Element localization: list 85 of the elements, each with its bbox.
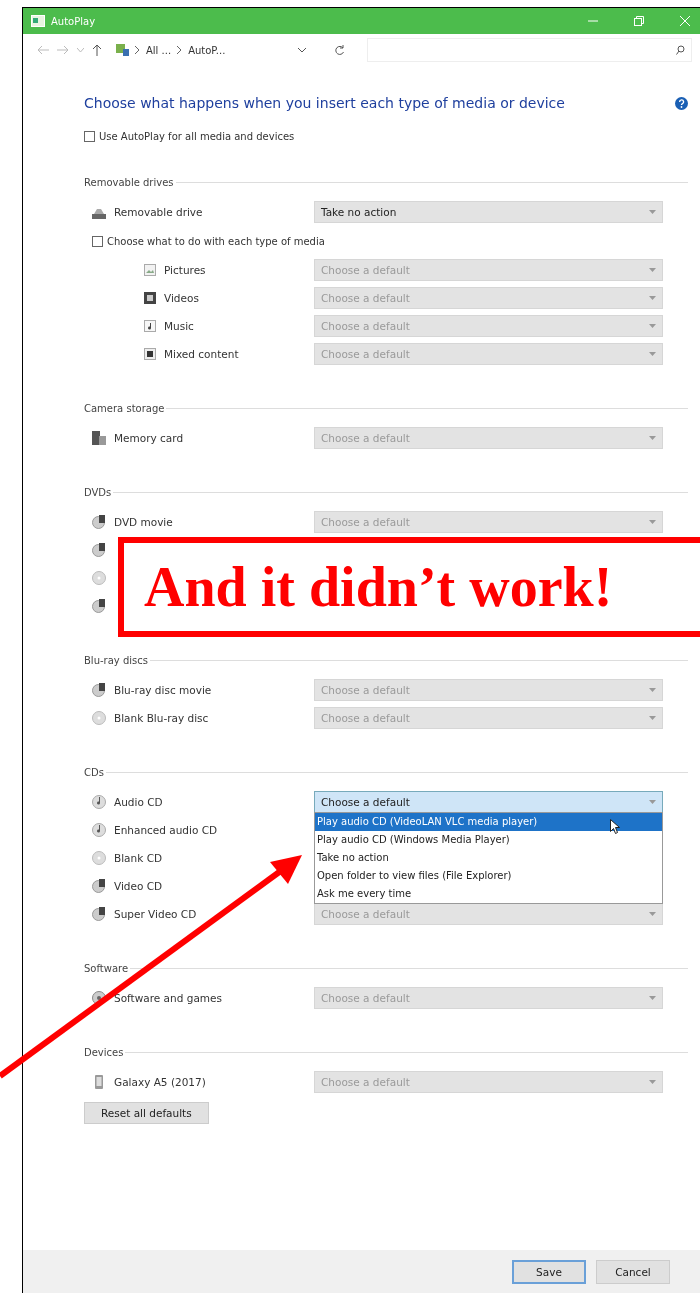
device-icon <box>92 1075 106 1089</box>
device-icon <box>92 599 106 613</box>
section-title: Camera storage <box>84 403 165 414</box>
device-label: Blank CD <box>114 852 163 864</box>
device-icon <box>92 515 106 529</box>
section-title: DVDs <box>84 487 112 498</box>
device-icon <box>92 431 106 445</box>
media-type-label: Videos <box>164 292 199 304</box>
chevron-down-icon <box>649 996 656 1000</box>
use-autoplay-checkbox[interactable]: Use AutoPlay for all media and devices <box>84 131 295 142</box>
app-icon <box>31 15 45 27</box>
device-label: Video CD <box>114 880 163 892</box>
chevron-down-icon <box>649 210 656 214</box>
media-type-label: Pictures <box>164 264 206 276</box>
dropdown-option[interactable]: Ask me every time <box>315 885 662 903</box>
media-type-icon <box>144 320 156 332</box>
forward-icon[interactable] <box>57 45 69 55</box>
section-title: Removable drives <box>84 177 174 188</box>
mouse-cursor-icon <box>610 819 620 834</box>
chevron-down-icon <box>649 716 656 720</box>
device-label: Blank Blu-ray disc <box>114 712 209 724</box>
device-label: DVD movie <box>114 516 173 528</box>
media-type-label: Music <box>164 320 194 332</box>
annotation-callout: And it didn’t work! <box>118 537 700 637</box>
device-label: Blu-ray disc movie <box>114 684 212 696</box>
save-button[interactable]: Save <box>512 1259 586 1284</box>
device-icon <box>92 795 106 809</box>
device-label: Galaxy A5 (2017) <box>114 1076 206 1088</box>
device-label: Removable drive <box>114 206 203 218</box>
address-field[interactable]: All ... AutoP... <box>110 39 312 61</box>
dropdown-option[interactable]: Play audio CD (VideoLAN VLC media player) <box>315 813 662 831</box>
dropdown-option[interactable]: Take no action <box>315 849 662 867</box>
media-type-icon <box>144 264 156 276</box>
media-type-icon <box>144 348 156 360</box>
chevron-down-icon[interactable] <box>298 47 306 53</box>
search-icon <box>676 45 685 55</box>
device-icon <box>92 879 106 893</box>
window-title: AutoPlay <box>51 15 96 27</box>
dropdown-option[interactable]: Play audio CD (Windows Media Player) <box>315 831 662 849</box>
up-arrow-icon[interactable] <box>92 44 102 56</box>
device-icon <box>92 683 106 697</box>
action-dropdown[interactable]: Take no action <box>314 201 663 223</box>
restore-icon[interactable] <box>634 16 644 26</box>
section-title: Blu-ray discs <box>84 655 148 666</box>
device-icon <box>92 571 106 585</box>
chevron-right-icon <box>135 46 140 54</box>
chevron-down-icon <box>649 268 656 272</box>
dropdown-option[interactable]: Open folder to view files (File Explorer) <box>315 867 662 885</box>
device-icon <box>92 543 106 557</box>
cancel-button[interactable]: Cancel <box>596 1259 670 1284</box>
device-icon <box>92 711 106 725</box>
section-title: Devices <box>84 1047 124 1058</box>
chevron-down-icon <box>649 324 656 328</box>
chevron-down-icon <box>649 520 656 524</box>
back-icon[interactable] <box>37 45 49 55</box>
help-icon[interactable] <box>675 96 688 110</box>
search-field[interactable] <box>367 38 692 62</box>
breadcrumb[interactable]: All ... <box>146 44 172 56</box>
chevron-down-icon <box>649 688 656 692</box>
section-title: Software <box>84 963 129 974</box>
device-label: Audio CD <box>114 796 163 808</box>
chevron-right-icon <box>177 46 183 54</box>
device-icon <box>92 823 106 837</box>
control-panel-icon <box>116 44 129 56</box>
chevron-down-icon <box>649 352 656 356</box>
device-label: Memory card <box>114 432 184 444</box>
section-title: CDs <box>84 767 104 778</box>
media-type-label: Mixed content <box>164 348 239 360</box>
refresh-icon[interactable] <box>334 44 345 56</box>
device-label: Enhanced audio CD <box>114 824 218 836</box>
close-icon[interactable] <box>680 16 690 26</box>
media-type-checkbox[interactable]: Choose what to do with each type of media <box>92 236 325 247</box>
page-heading: Choose what happens when you insert each type of media or device <box>84 95 565 111</box>
chevron-down-icon <box>649 800 656 804</box>
reset-all-defaults-button[interactable]: Reset all defaults <box>84 1102 209 1124</box>
chevron-down-icon <box>649 912 656 916</box>
chevron-down-icon <box>649 296 656 300</box>
media-type-icon <box>144 292 156 304</box>
device-label: Software and games <box>114 992 222 1004</box>
device-label: Super Video CD <box>114 908 197 920</box>
chevron-down-icon <box>649 1080 656 1084</box>
device-icon <box>92 907 106 921</box>
device-icon <box>92 851 106 865</box>
chevron-down-icon <box>649 436 656 440</box>
breadcrumb[interactable]: AutoP... <box>188 44 226 56</box>
